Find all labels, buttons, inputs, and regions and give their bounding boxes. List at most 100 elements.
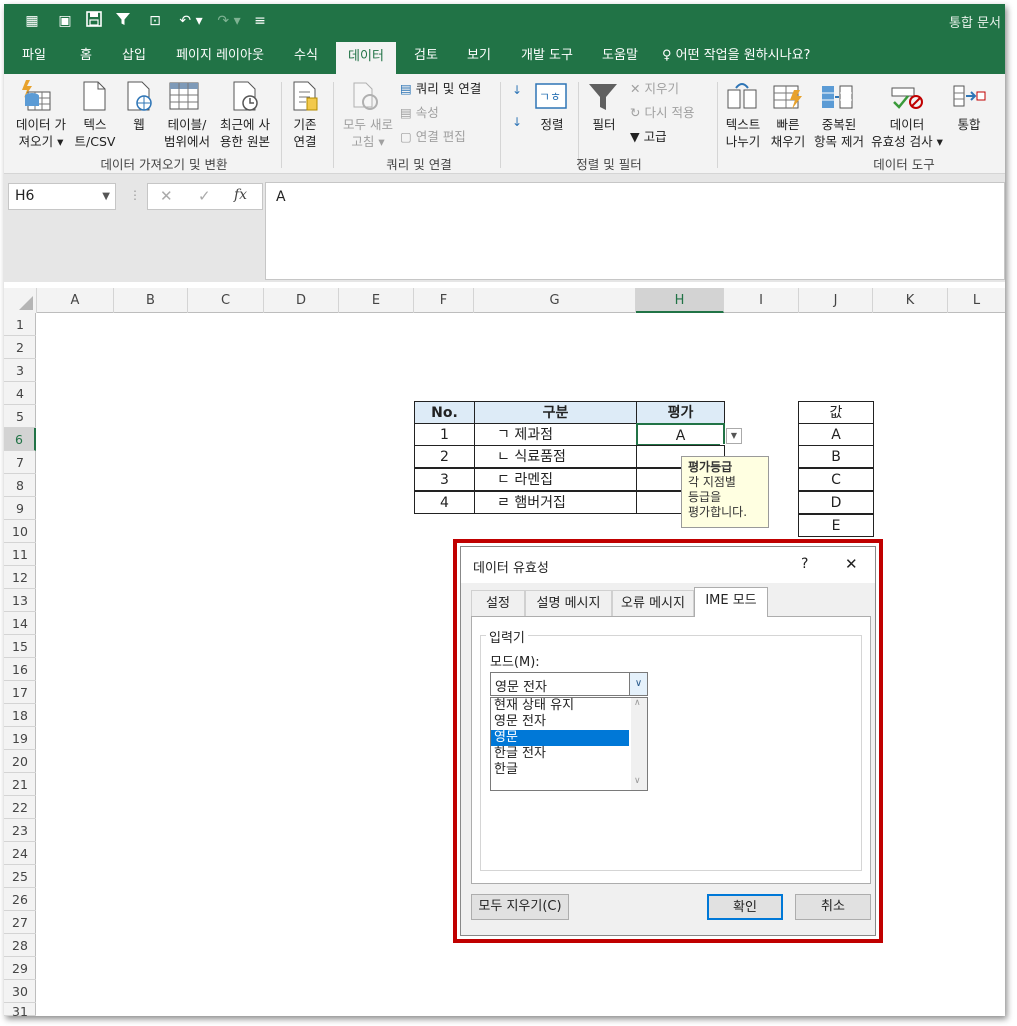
- table-header-no[interactable]: No.: [414, 401, 475, 424]
- row-header[interactable]: 22: [4, 796, 36, 819]
- col-header-i[interactable]: I: [724, 288, 799, 313]
- mode-option[interactable]: 한글: [491, 762, 629, 778]
- flash-fill-button[interactable]: 빠른 채우기: [766, 116, 810, 150]
- properties-button[interactable]: ▤ 속성: [400, 104, 439, 121]
- web-button[interactable]: 웹: [122, 116, 156, 133]
- row-header[interactable]: 21: [4, 773, 36, 796]
- tab-developer[interactable]: 개발 도구: [512, 38, 582, 74]
- row-header[interactable]: 19: [4, 727, 36, 750]
- text-csv-button[interactable]: 텍스 트/CSV: [70, 116, 120, 150]
- row-header[interactable]: 18: [4, 704, 36, 727]
- tab-data[interactable]: 데이터: [336, 42, 396, 74]
- mode-option[interactable]: 한글 전자: [491, 746, 629, 762]
- col-header-l[interactable]: L: [948, 288, 1005, 313]
- customize-icon[interactable]: ≡: [250, 11, 270, 31]
- tab-file[interactable]: 파일: [12, 38, 56, 74]
- reapply-button[interactable]: ↻ 다시 적용: [630, 104, 694, 121]
- col-header-e[interactable]: E: [339, 288, 414, 313]
- row-header[interactable]: 9: [4, 497, 36, 520]
- col-header-c[interactable]: C: [188, 288, 264, 313]
- table-header-grade[interactable]: 평가: [636, 401, 725, 424]
- row-header[interactable]: 28: [4, 934, 36, 957]
- active-cell-h6[interactable]: A: [636, 423, 725, 446]
- row-header[interactable]: 12: [4, 566, 36, 589]
- row-header[interactable]: 15: [4, 635, 36, 658]
- tab-insert[interactable]: 삽입: [113, 38, 155, 74]
- image-icon[interactable]: ▣: [55, 11, 75, 31]
- function-icon[interactable]: fx: [234, 187, 247, 203]
- col-header-d[interactable]: D: [264, 288, 339, 313]
- scroll-up-icon[interactable]: ∧: [634, 698, 641, 708]
- col-header-b[interactable]: B: [114, 288, 188, 313]
- tab-home[interactable]: 홈: [68, 38, 104, 74]
- values-item[interactable]: E: [798, 514, 874, 537]
- tab-formulas[interactable]: 수식: [286, 38, 326, 74]
- drag-handle-icon[interactable]: ⋮: [129, 188, 141, 202]
- formula-input[interactable]: A: [265, 182, 1005, 280]
- app-icon[interactable]: ▦: [22, 11, 42, 31]
- row-header[interactable]: 20: [4, 750, 36, 773]
- table-cell-name[interactable]: ㄷ 라멘집: [474, 468, 637, 491]
- existing-connections-button[interactable]: 기존 연결: [284, 116, 326, 150]
- mode-option-highlighted[interactable]: 영문: [491, 730, 629, 746]
- mode-option[interactable]: 영문 전자: [491, 714, 629, 730]
- row-header[interactable]: 30: [4, 980, 36, 1003]
- row-header[interactable]: 16: [4, 658, 36, 681]
- advanced-filter-button[interactable]: ▼ 고급: [630, 128, 667, 145]
- dialog-tab-ime-mode[interactable]: IME 모드: [694, 587, 768, 617]
- get-data-button[interactable]: 데이터 가 져오기 ▾: [6, 116, 76, 150]
- sort-az-icon[interactable]: ↓: [507, 84, 527, 97]
- row-header[interactable]: 8: [4, 474, 36, 497]
- table-cell-no[interactable]: 1: [414, 423, 475, 446]
- scroll-down-icon[interactable]: ∨: [634, 776, 641, 786]
- name-box[interactable]: H6 ▼: [8, 183, 116, 210]
- consolidate-button[interactable]: 통합: [948, 116, 990, 133]
- pivot-icon[interactable]: ⊡: [145, 11, 165, 31]
- row-header[interactable]: 24: [4, 842, 36, 865]
- col-header-j[interactable]: J: [799, 288, 873, 313]
- recent-sources-button[interactable]: 최근에 사 용한 원본: [214, 116, 276, 150]
- table-header-category[interactable]: 구분: [474, 401, 637, 424]
- tell-me-search[interactable]: ♀ 어떤 작업을 원하시나요?: [662, 38, 842, 74]
- undo-icon[interactable]: ↶ ▾: [176, 11, 206, 31]
- mode-options-list[interactable]: 현재 상태 유지 영문 전자 영문 한글 전자 한글 ∧ ∨: [490, 697, 648, 791]
- row-header[interactable]: 3: [4, 359, 36, 382]
- col-header-f[interactable]: F: [414, 288, 474, 313]
- select-all-corner[interactable]: [4, 288, 37, 313]
- col-header-a[interactable]: A: [37, 288, 114, 313]
- table-cell-no[interactable]: 2: [414, 445, 475, 468]
- row-header[interactable]: 29: [4, 957, 36, 980]
- filter-icon[interactable]: [113, 11, 133, 31]
- row-header[interactable]: 25: [4, 865, 36, 888]
- col-header-h[interactable]: H: [636, 288, 724, 313]
- chevron-down-icon[interactable]: ∨: [629, 673, 647, 695]
- row-header[interactable]: 11: [4, 543, 36, 566]
- redo-icon[interactable]: ↷ ▾: [214, 11, 244, 31]
- values-item[interactable]: D: [798, 491, 874, 514]
- tab-page-layout[interactable]: 페이지 레이아웃: [166, 38, 274, 74]
- cancel-icon[interactable]: ✕: [160, 187, 173, 205]
- edit-links-button[interactable]: ▢ 연결 편집: [400, 128, 466, 145]
- clear-filter-button[interactable]: ✕ 지우기: [630, 80, 679, 97]
- row-header[interactable]: 7: [4, 451, 36, 474]
- dialog-tab-error-alert[interactable]: 오류 메시지: [612, 590, 694, 616]
- row-header[interactable]: 10: [4, 520, 36, 543]
- row-header[interactable]: 2: [4, 336, 36, 359]
- table-cell-name[interactable]: ㄴ 식료품점: [474, 445, 637, 468]
- tab-view[interactable]: 보기: [459, 38, 499, 74]
- row-header[interactable]: 23: [4, 819, 36, 842]
- values-header[interactable]: 값: [798, 401, 874, 424]
- chevron-down-icon[interactable]: ▼: [102, 184, 110, 209]
- close-icon[interactable]: ✕: [845, 555, 858, 573]
- tab-review[interactable]: 검토: [406, 38, 446, 74]
- col-header-k[interactable]: K: [873, 288, 948, 313]
- row-header-selected[interactable]: 6: [4, 428, 36, 451]
- values-item[interactable]: C: [798, 468, 874, 491]
- sort-za-icon[interactable]: ↓: [507, 114, 527, 131]
- row-header[interactable]: 27: [4, 911, 36, 934]
- table-cell-no[interactable]: 4: [414, 491, 475, 514]
- mode-option[interactable]: 현재 상태 유지: [491, 698, 629, 714]
- clear-all-button[interactable]: 모두 지우기(C): [471, 894, 569, 920]
- from-table-button[interactable]: 테이블/ 범위에서: [162, 116, 212, 150]
- values-item[interactable]: A: [798, 423, 874, 446]
